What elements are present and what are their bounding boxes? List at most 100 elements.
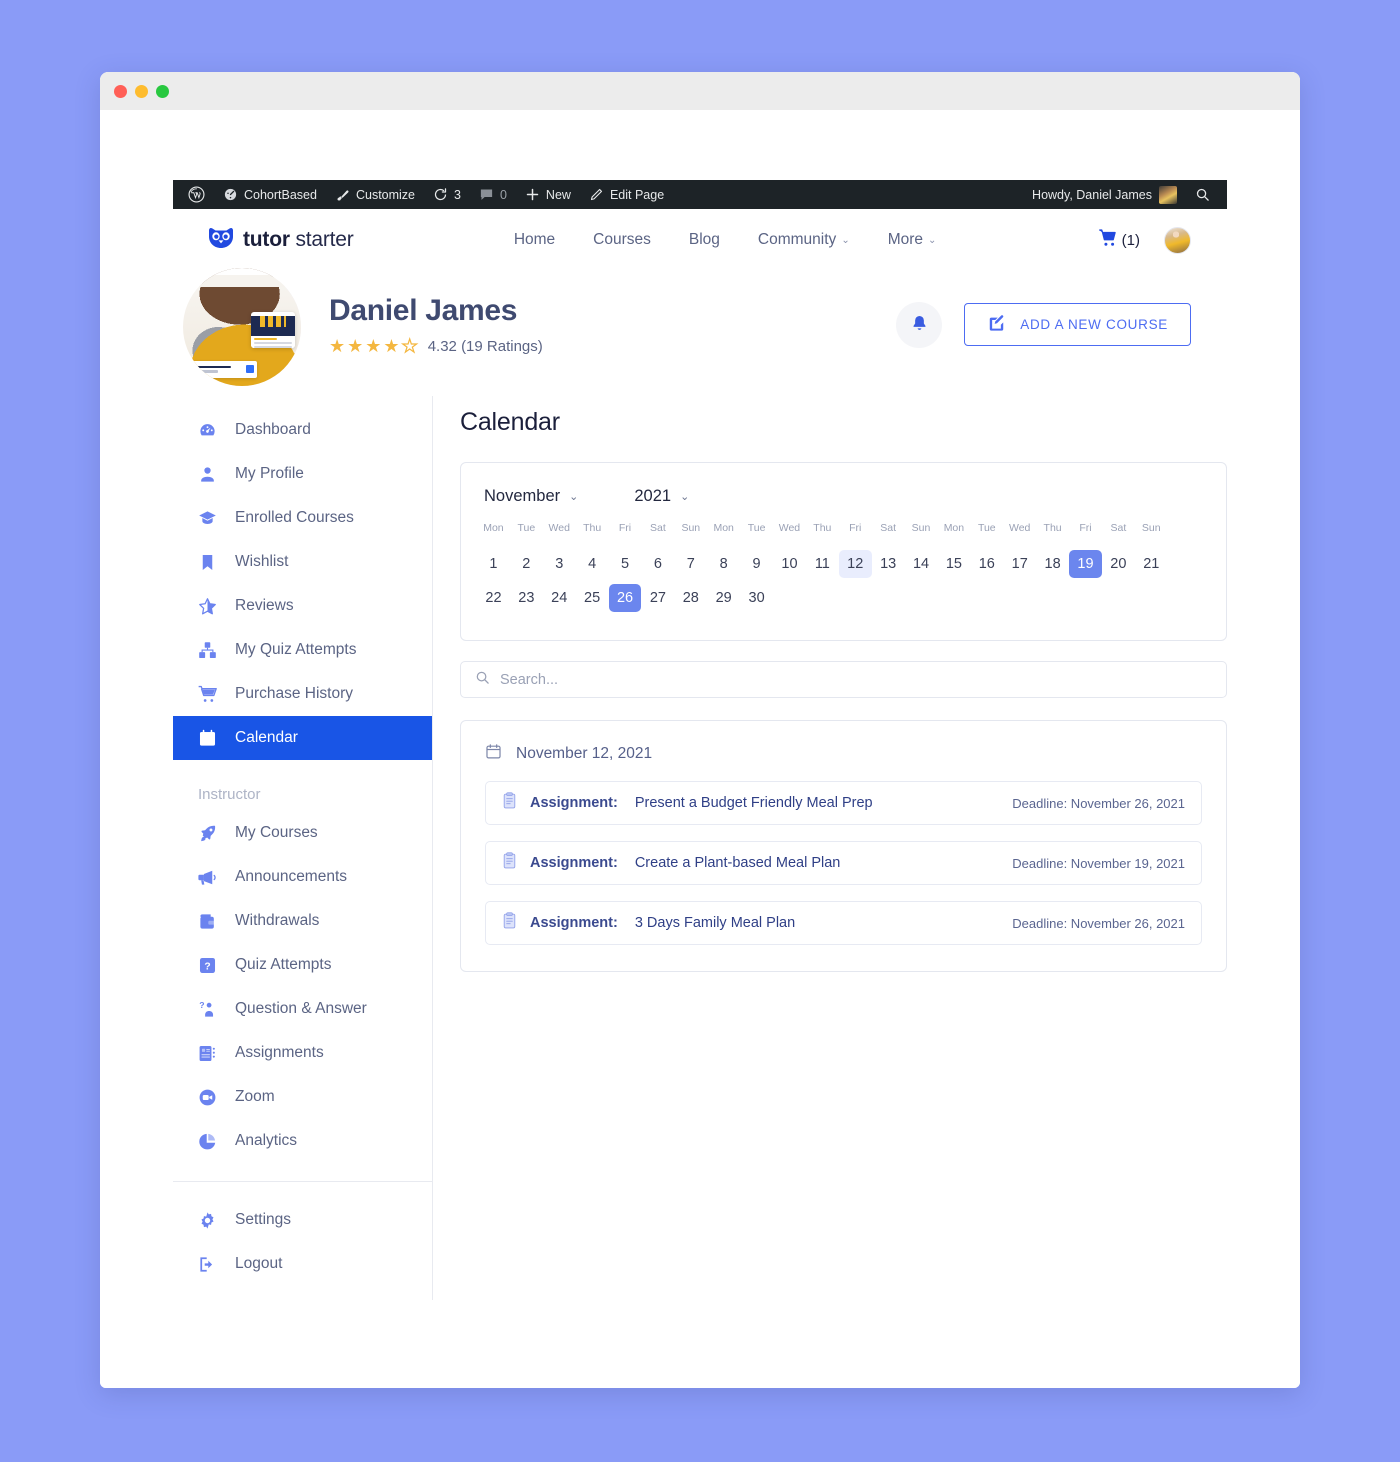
calendar-weekday-label: Wed: [548, 522, 570, 534]
event-deadline: Deadline: November 26, 2021: [1012, 915, 1185, 931]
sidebar-item-my-courses[interactable]: My Courses: [173, 811, 432, 855]
calendar-day-23[interactable]: 23: [510, 584, 543, 612]
calendar-day-4[interactable]: 4: [576, 550, 609, 578]
sidebar-item-label: Logout: [235, 1255, 283, 1272]
calendar-day-2[interactable]: 2: [510, 550, 543, 578]
calendar-weekday-row: Mon Tue Wed Thu Fri Sat Sun Mon Tue Wed Thu Fri Sat S…: [477, 522, 1210, 550]
admin-bar-search-button[interactable]: [1186, 180, 1219, 209]
user-avatar[interactable]: [1163, 226, 1191, 254]
admin-bar-howdy-menu[interactable]: Howdy, Daniel James: [1023, 185, 1186, 204]
nav-item-home[interactable]: Home: [514, 231, 555, 249]
search-input[interactable]: [500, 671, 1212, 688]
sidebar-item-label: Calendar: [235, 729, 298, 746]
event-row[interactable]: Assignment: 3 Days Family Meal Plan Deadli…: [485, 901, 1202, 945]
sidebar-group-instructor: Instructor: [198, 786, 261, 803]
close-window-button[interactable]: [114, 84, 127, 98]
sidebar-item-zoom[interactable]: Zoom: [173, 1075, 432, 1119]
calendar-panel: Calendar November ⌄ 2021 ⌄ Mon Tue Wed T…: [433, 396, 1227, 1300]
calendar-day-29[interactable]: 29: [707, 584, 740, 612]
nav-item-more[interactable]: More ⌄: [888, 231, 937, 249]
calendar-day-24[interactable]: 24: [543, 584, 576, 612]
calendar-day-10[interactable]: 10: [773, 550, 806, 578]
calendar-day-14[interactable]: 14: [905, 550, 938, 578]
sidebar-item-question-and-answer[interactable]: ? Question & Answer: [173, 987, 432, 1031]
search-icon: [475, 670, 490, 690]
calendar-day-15[interactable]: 15: [937, 550, 970, 578]
nav-label: Community: [757, 231, 837, 248]
calendar-day-18[interactable]: 18: [1036, 550, 1069, 578]
profile-band: Daniel James ★ ★ ★ ★ ★ 4.32 (19 Ratings): [173, 267, 1227, 386]
calendar-day-26[interactable]: 26: [608, 584, 642, 612]
nav-item-blog[interactable]: Blog: [689, 231, 720, 249]
wordpress-logo-menu[interactable]: [179, 180, 214, 209]
calendar-day-22[interactable]: 22: [477, 584, 510, 612]
calendar-day-17[interactable]: 17: [1003, 550, 1036, 578]
brush-icon: [335, 187, 350, 202]
year-select[interactable]: 2021 ⌄: [634, 487, 689, 506]
month-select[interactable]: November ⌄: [484, 487, 578, 506]
star-filled-icon: ★: [347, 336, 364, 356]
notifications-button[interactable]: [896, 301, 943, 348]
admin-bar-new[interactable]: New: [516, 180, 580, 209]
admin-bar-edit-page[interactable]: Edit Page: [580, 180, 673, 209]
admin-bar-new-label: New: [545, 187, 571, 202]
course-thumb-meta: [251, 335, 295, 348]
admin-bar-comments[interactable]: 0: [470, 180, 516, 209]
calendar-day-1[interactable]: 1: [477, 550, 510, 578]
maximize-window-button[interactable]: [156, 84, 169, 98]
calendar-day-8[interactable]: 8: [707, 550, 740, 578]
year-select-value: 2021: [634, 487, 672, 505]
question-person-icon: ?: [198, 1000, 217, 1019]
sidebar-item-purchase-history[interactable]: Purchase History: [173, 672, 432, 716]
sidebar-item-analytics[interactable]: Analytics: [173, 1119, 432, 1163]
admin-bar-updates[interactable]: 3: [424, 180, 470, 209]
cart-count: (1): [1121, 231, 1140, 249]
calendar-day-28[interactable]: 28: [674, 584, 707, 612]
sidebar-item-quiz-attempts[interactable]: ? Quiz Attempts: [173, 943, 432, 987]
calendar-day-20[interactable]: 20: [1102, 550, 1135, 578]
admin-bar-site-name[interactable]: CohortBased: [214, 180, 326, 209]
minimize-window-button[interactable]: [135, 84, 148, 98]
event-row[interactable]: Assignment: Create a Plant-based Meal Pla…: [485, 841, 1202, 885]
calendar-day-12[interactable]: 12: [838, 550, 872, 578]
nav-item-courses[interactable]: Courses: [593, 231, 651, 249]
sidebar-item-label: Withdrawals: [235, 912, 320, 929]
star-filled-icon: ★: [383, 336, 400, 356]
sidebar-item-label: Quiz Attempts: [235, 956, 332, 973]
search-box[interactable]: [460, 661, 1227, 698]
event-row[interactable]: Assignment: Present a Budget Friendly Mea…: [485, 781, 1202, 825]
calendar-day-30[interactable]: 30: [740, 584, 773, 612]
calendar-weekday-label: Sat: [880, 522, 897, 534]
calendar-day-19[interactable]: 19: [1069, 550, 1102, 578]
calendar-day-5[interactable]: 5: [609, 550, 642, 578]
calendar-day-16[interactable]: 16: [970, 550, 1003, 578]
calendar-day-6[interactable]: 6: [641, 550, 674, 578]
calendar-day-25[interactable]: 25: [576, 584, 609, 612]
sidebar-item-my-profile[interactable]: My Profile: [173, 452, 432, 496]
sidebar-item-wishlist[interactable]: Wishlist: [173, 540, 432, 584]
profile-info: Daniel James ★ ★ ★ ★ ★ 4.32 (19 Ratings): [329, 294, 543, 356]
sidebar-item-withdrawals[interactable]: Withdrawals: [173, 899, 432, 943]
sidebar-item-reviews[interactable]: Reviews: [173, 584, 432, 628]
sidebar-item-my-quiz-attempts[interactable]: My Quiz Attempts: [173, 628, 432, 672]
add-a-new-course-button[interactable]: ADD A NEW COURSE: [964, 303, 1191, 346]
sidebar-item-settings[interactable]: Settings: [173, 1198, 432, 1242]
calendar-day-13[interactable]: 13: [872, 550, 905, 578]
logout-icon: [198, 1255, 217, 1274]
nav-item-community[interactable]: Community ⌄: [758, 231, 850, 249]
calendar-day-27[interactable]: 27: [641, 584, 674, 612]
site-logo[interactable]: tutor starter: [208, 227, 354, 254]
sidebar-item-logout[interactable]: Logout: [173, 1242, 432, 1286]
calendar-day-3[interactable]: 3: [543, 550, 576, 578]
calendar-day-21[interactable]: 21: [1135, 550, 1168, 578]
calendar-day-7[interactable]: 7: [674, 550, 707, 578]
sidebar-item-dashboard[interactable]: Dashboard: [173, 408, 432, 452]
sidebar-item-calendar[interactable]: Calendar: [173, 716, 432, 760]
calendar-day-9[interactable]: 9: [740, 550, 773, 578]
sidebar-item-assignments[interactable]: Assignments: [173, 1031, 432, 1075]
calendar-day-11[interactable]: 11: [806, 550, 839, 578]
cart-button[interactable]: (1): [1097, 228, 1140, 252]
sidebar-item-enrolled-courses[interactable]: Enrolled Courses: [173, 496, 432, 540]
sidebar-item-announcements[interactable]: Announcements: [173, 855, 432, 899]
admin-bar-customize[interactable]: Customize: [326, 180, 424, 209]
